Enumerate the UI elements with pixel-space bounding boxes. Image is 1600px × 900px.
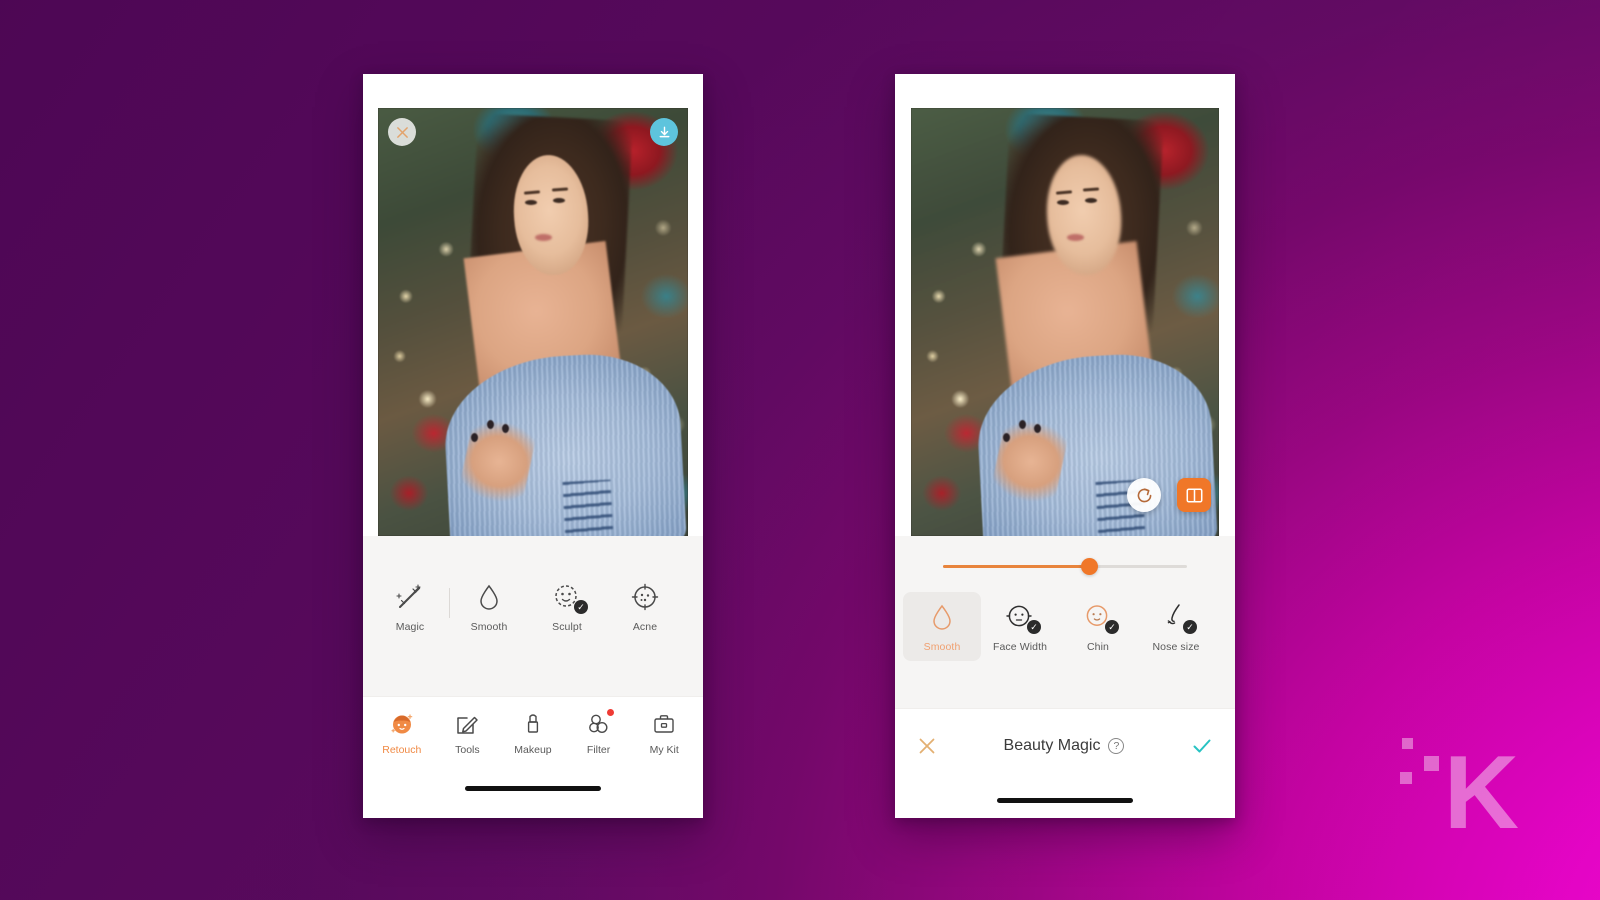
home-indicator-area-right xyxy=(895,782,1235,818)
photo-eye-right xyxy=(1085,197,1098,203)
knowtechie-k-logo: K xyxy=(1396,720,1519,851)
toolbox-icon xyxy=(651,711,677,737)
tool-checked-badge: ✓ xyxy=(574,600,588,614)
logo-square xyxy=(1402,738,1413,749)
photo-brow-right xyxy=(551,187,568,192)
tool-label: Nose size xyxy=(1152,641,1200,653)
action-bar-title: Beauty Magic xyxy=(1003,736,1101,754)
slider-fill xyxy=(943,565,1090,568)
photo-preview-right[interactable] xyxy=(911,108,1219,536)
nav-label: Tools xyxy=(455,744,480,756)
lipstick-icon xyxy=(520,711,546,737)
home-indicator-area-left xyxy=(363,770,703,806)
nav-item-makeup[interactable]: Makeup xyxy=(501,711,565,756)
nose-size-icon: ✓ xyxy=(1161,602,1197,634)
nav-label: My Kit xyxy=(649,744,679,756)
notification-dot-badge xyxy=(606,709,614,716)
tool-smooth[interactable]: Smooth xyxy=(450,572,528,641)
reset-button[interactable] xyxy=(1127,478,1161,512)
status-bar-area xyxy=(363,74,703,108)
cancel-button[interactable] xyxy=(917,736,937,756)
tool-magic[interactable]: Magic xyxy=(371,572,449,641)
intensity-slider[interactable] xyxy=(943,552,1187,582)
photo-brow-right xyxy=(1083,187,1100,192)
tool-checked-badge: ✓ xyxy=(1183,620,1197,634)
photo-sweater-ribs xyxy=(563,479,614,536)
photo-preview-left[interactable] xyxy=(378,108,688,536)
acne-target-icon xyxy=(630,582,660,612)
tool-label: Smooth xyxy=(470,621,508,633)
nav-item-tools[interactable]: Tools xyxy=(435,711,499,756)
tool-checked-badge: ✓ xyxy=(1105,620,1119,634)
photo-eye-right xyxy=(553,197,566,203)
nav-item-retouch[interactable]: Retouch xyxy=(370,711,434,756)
tool-label: Smooth xyxy=(923,641,961,653)
chin-face-icon: ✓ xyxy=(1083,602,1119,634)
compare-split-icon xyxy=(1186,487,1202,503)
status-bar-area xyxy=(895,74,1235,108)
face-width-icon: ✓ xyxy=(1005,602,1041,634)
nav-label: Filter xyxy=(586,744,611,756)
slider-thumb[interactable] xyxy=(1080,558,1098,575)
nav-label: Makeup xyxy=(514,744,552,756)
tool-nose-size[interactable]: ✓ Nose size xyxy=(1137,592,1215,661)
logo-square xyxy=(1400,772,1412,784)
beauty-tool-row[interactable]: Smooth ✓ Face Width ✓ Chin ✓ Nose size xyxy=(895,592,1235,661)
download-button[interactable] xyxy=(650,118,678,146)
close-icon xyxy=(919,738,935,753)
face-sculpt-icon: ✓ xyxy=(552,582,588,614)
help-button[interactable]: ? xyxy=(1108,737,1125,754)
filter-circles-icon xyxy=(586,709,614,737)
tool-firm[interactable]: Firm xyxy=(684,572,703,641)
photo-nail xyxy=(486,420,494,429)
tool-label: Chin xyxy=(1087,641,1109,653)
retouch-face-icon xyxy=(389,711,415,737)
tool-face-width[interactable]: ✓ Face Width xyxy=(981,592,1059,661)
tool-acne[interactable]: Acne xyxy=(606,572,684,641)
compare-button[interactable] xyxy=(1177,478,1211,512)
checkmark-icon xyxy=(1193,739,1211,752)
home-indicator xyxy=(465,785,601,791)
logo-letter: K xyxy=(1443,734,1519,851)
tool-sculpt[interactable]: ✓ Sculpt xyxy=(528,572,606,641)
phone-mockup-left: Magic Smooth ✓ Sculpt Acne Retouch Tools… xyxy=(363,74,703,818)
retouch-tool-row[interactable]: Magic Smooth ✓ Sculpt Acne xyxy=(363,572,703,641)
photo-nail xyxy=(1018,420,1026,429)
close-icon xyxy=(396,126,408,138)
close-button[interactable] xyxy=(388,118,416,146)
tool-smooth[interactable]: Smooth xyxy=(903,592,981,661)
tool-label: Face Width xyxy=(992,641,1048,653)
beauty-magic-action-bar: Beauty Magic ? xyxy=(895,708,1235,782)
droplet-icon xyxy=(927,602,957,632)
background-tint xyxy=(0,0,1600,900)
tool-checked-badge: ✓ xyxy=(1027,620,1041,634)
home-indicator xyxy=(997,797,1133,803)
tool-lip[interactable]: Lip xyxy=(1215,592,1235,661)
nav-item-my-kit[interactable]: My Kit xyxy=(632,711,696,756)
droplet-icon xyxy=(474,582,504,612)
pencil-edit-icon xyxy=(454,711,480,737)
reset-circular-arrow-icon xyxy=(1137,487,1151,502)
tool-chin[interactable]: ✓ Chin xyxy=(1059,592,1137,661)
photo-nail xyxy=(471,432,478,442)
action-bar-title-group: Beauty Magic ? xyxy=(1004,737,1125,755)
retouch-tool-panel: Magic Smooth ✓ Sculpt Acne xyxy=(363,536,703,696)
nav-item-filter[interactable]: Filter xyxy=(567,709,631,756)
bottom-navigation-left[interactable]: Retouch Tools Makeup Filter My Kit xyxy=(363,696,703,770)
tool-label: Sculpt xyxy=(552,621,582,633)
phone-mockup-right: Smooth ✓ Face Width ✓ Chin ✓ Nose size B… xyxy=(895,74,1235,818)
magic-wand-icon xyxy=(395,582,425,612)
tool-label: Magic xyxy=(395,621,425,633)
logo-square xyxy=(1424,756,1439,771)
confirm-button[interactable] xyxy=(1191,735,1213,757)
download-icon xyxy=(659,126,669,137)
beauty-magic-panel: Smooth ✓ Face Width ✓ Chin ✓ Nose size xyxy=(895,536,1235,708)
nav-label: Retouch xyxy=(382,744,422,756)
tool-label: Acne xyxy=(632,621,658,633)
